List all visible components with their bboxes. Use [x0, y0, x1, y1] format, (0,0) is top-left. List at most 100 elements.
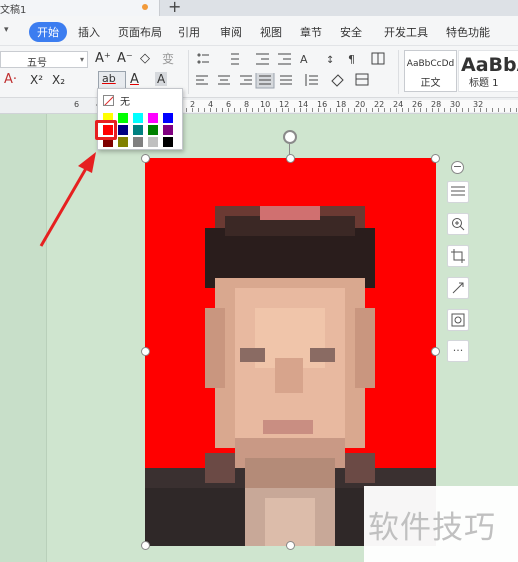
- resize-handle-top[interactable]: [286, 154, 295, 163]
- no-highlight-option[interactable]: 无: [103, 93, 130, 108]
- chevron-down-icon[interactable]: ▾: [4, 25, 9, 35]
- grow-font-button[interactable]: A⁺: [95, 52, 111, 66]
- menu-chapter[interactable]: 章节: [300, 24, 322, 40]
- resize-handle-bottom[interactable]: [286, 541, 295, 550]
- zoom-out-icon[interactable]: −: [451, 161, 464, 174]
- menu-insert[interactable]: 插入: [78, 24, 100, 40]
- font-size-value: 五号: [27, 58, 47, 69]
- ruler-number: 18: [336, 100, 347, 109]
- show-marks-icon: ¶: [348, 53, 355, 66]
- wrap-text-icon[interactable]: [447, 181, 469, 203]
- zoom-in-icon[interactable]: [447, 213, 469, 235]
- font-size-select[interactable]: 五号 ▾: [0, 51, 88, 69]
- font-color-button[interactable]: A: [130, 73, 139, 87]
- document-tab[interactable]: 文稿1: [0, 0, 160, 16]
- ruler-number: 24: [393, 100, 404, 109]
- ruler-number: 20: [355, 100, 366, 109]
- selected-swatch-highlight: [95, 120, 117, 140]
- shrink-font-button[interactable]: A⁻: [117, 52, 133, 66]
- image-effects-icon[interactable]: [447, 309, 469, 331]
- new-tab-button[interactable]: +: [168, 0, 181, 16]
- svg-text:↕: ↕: [326, 55, 334, 66]
- borders-icon: [355, 73, 369, 86]
- ruler-number: 14: [298, 100, 309, 109]
- align-left-icon: [196, 75, 208, 85]
- numbering-icon: [231, 53, 239, 65]
- resize-handle-bottom-left[interactable]: [141, 541, 150, 550]
- menu-review[interactable]: 审阅: [220, 24, 242, 40]
- ruler-number: 28: [431, 100, 442, 109]
- clear-format-button[interactable]: ◇: [140, 52, 150, 66]
- no-highlight-label: 无: [120, 96, 130, 108]
- decrease-indent-icon: [256, 53, 269, 65]
- page-gutter: [0, 114, 47, 562]
- ruler-number: 2: [190, 100, 196, 109]
- resize-handle-top-right[interactable]: [431, 154, 440, 163]
- menu-special-features[interactable]: 特色功能: [446, 24, 490, 40]
- watermark-box: 软件技巧: [364, 486, 518, 562]
- ruler-number: 30: [450, 100, 461, 109]
- menu-home[interactable]: 开始: [29, 22, 67, 42]
- style-normal-label: 正文: [420, 78, 441, 89]
- toolbar-divider: [188, 50, 189, 94]
- ruler-number: 10: [260, 100, 271, 109]
- toolbar-divider: [398, 50, 399, 94]
- ruler-number: 8: [244, 100, 250, 109]
- style-normal[interactable]: AaBbCcDd 正文: [404, 50, 457, 92]
- rotate-icon[interactable]: [447, 277, 469, 299]
- menu-page-layout[interactable]: 页面布局: [118, 24, 162, 40]
- bullets-icon: [197, 53, 209, 64]
- style-heading-1[interactable]: AaBbA 标题 1: [458, 50, 518, 92]
- text-effect-button[interactable]: A·: [4, 73, 17, 87]
- document-tab-strip: 文稿1 +: [0, 0, 518, 16]
- ruler-number: 6: [226, 100, 232, 109]
- sort-icon: ↕: [326, 55, 334, 66]
- crop-icon[interactable]: [447, 245, 469, 267]
- chevron-down-icon: ▾: [79, 55, 84, 64]
- style-normal-sample: AaBbCcDd: [406, 59, 455, 69]
- horizontal-ruler[interactable]: 6 4 2 2 4 6 8 10 12 14 16 18 20 22 24 26…: [0, 98, 518, 114]
- menu-view[interactable]: 视图: [260, 24, 282, 40]
- distributed-icon: [280, 75, 292, 85]
- menu-developer[interactable]: 开发工具: [384, 24, 428, 40]
- text-direction-icon: A: [300, 53, 308, 66]
- phonetic-guide-button[interactable]: 变: [162, 52, 174, 66]
- svg-text:¶: ¶: [348, 53, 355, 66]
- increase-indent-icon: [278, 53, 291, 65]
- ruler-number: 6: [74, 100, 80, 109]
- menu-security[interactable]: 安全: [340, 24, 362, 40]
- no-color-icon: [103, 94, 114, 106]
- highlight-color-popup: 无: [97, 88, 183, 150]
- ribbon-toolbar: 五号 ▾ A⁺ A⁻ ◇ 变 A· X² X₂ ab A A A ↕ ¶ AaB…: [0, 46, 518, 98]
- ruler-number: 12: [279, 100, 290, 109]
- highlight-color-button[interactable]: ab: [98, 71, 126, 89]
- rotate-handle-icon[interactable]: [283, 130, 297, 144]
- menu-references[interactable]: 引用: [178, 24, 200, 40]
- menu-bar: ▾ 开始 插入 页面布局 引用 审阅 视图 章节 安全 开发工具 特色功能: [0, 16, 518, 46]
- ruler-number: 16: [317, 100, 328, 109]
- resize-handle-left[interactable]: [141, 347, 150, 356]
- align-center-icon: [218, 75, 230, 85]
- paragraph-tools-row1: A ↕ ¶: [197, 52, 385, 66]
- document-tab-title: 文稿1: [0, 5, 27, 16]
- svg-text:A: A: [300, 53, 308, 66]
- style-heading-label: 标题 1: [469, 78, 499, 89]
- more-options-icon[interactable]: ···: [447, 340, 469, 362]
- char-shading-button[interactable]: A: [155, 72, 168, 86]
- ruler-number: 32: [473, 100, 484, 109]
- ruler-number: 26: [412, 100, 423, 109]
- subscript-button[interactable]: X₂: [52, 73, 65, 87]
- ruler-number: 22: [374, 100, 385, 109]
- watermark-text: 软件技巧: [368, 510, 496, 546]
- table-grid-icon: [371, 52, 385, 65]
- ruler-number: 4: [208, 100, 214, 109]
- align-right-icon: [240, 75, 252, 85]
- unsaved-dot-icon: [142, 4, 148, 10]
- shading-icon: [331, 74, 344, 87]
- line-spacing-icon: [305, 74, 318, 86]
- resize-handle-top-left[interactable]: [141, 154, 150, 163]
- superscript-button[interactable]: X²: [30, 73, 43, 87]
- resize-handle-right[interactable]: [431, 347, 440, 356]
- paragraph-tools-row2: [196, 73, 369, 89]
- style-heading-sample: AaBbA: [461, 54, 518, 76]
